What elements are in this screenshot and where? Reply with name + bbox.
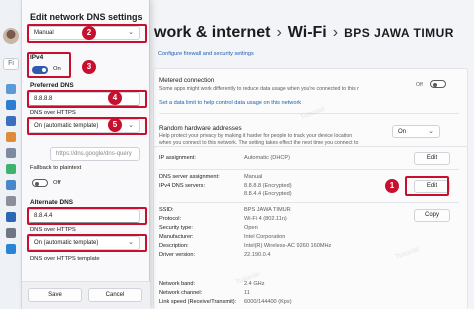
- wifi-properties-page: work & internet › Wi-Fi › BPS JAWA TIMUR Con…: [148, 0, 474, 309]
- ip-assignment-value: Automatic (DHCP): [244, 155, 291, 161]
- settings-nav-strip: Fi: [0, 0, 22, 309]
- ipv4-toggle-state: On: [53, 66, 61, 72]
- chevron-down-icon: ⌄: [428, 128, 434, 135]
- divider: [159, 202, 459, 203]
- avatar: [3, 28, 19, 44]
- property-value: Intel Corporation: [244, 234, 286, 240]
- breadcrumb-current: BPS JAWA TIMUR: [344, 26, 454, 40]
- preferred-dns-input[interactable]: 8.8.8.8: [28, 92, 140, 106]
- personalize-icon[interactable]: [6, 132, 16, 142]
- metered-title: Metered connection: [159, 77, 215, 84]
- ipv4-dns-label: IPv4 DNS servers:: [159, 183, 206, 189]
- doh-select-alternate[interactable]: On (automatic template) ⌄: [28, 236, 140, 250]
- chevron-down-icon: ⌄: [128, 29, 134, 36]
- ipv4-dns-value-1: 8.8.8.8 (Encrypted): [244, 183, 292, 189]
- band-label: Link speed (Receive/Transmit):: [159, 299, 237, 305]
- property-label: Driver version:: [159, 252, 196, 258]
- doh-value: On (automatic template): [34, 123, 99, 129]
- random-hw-title: Random hardware addresses: [159, 125, 242, 132]
- accessibility-icon[interactable]: [6, 212, 16, 222]
- edit-dns-dialog: Edit network DNS settings Manual ⌄ IPv4 …: [22, 0, 150, 309]
- band-label: Network band:: [159, 281, 196, 287]
- dns-mode-value: Manual: [34, 30, 54, 36]
- cancel-button[interactable]: Cancel: [88, 288, 142, 302]
- ip-edit-button[interactable]: Edit: [414, 152, 450, 165]
- dialog-footer: Save Cancel: [22, 281, 150, 309]
- breadcrumb-separator: ›: [276, 24, 282, 41]
- property-label: Description:: [159, 243, 189, 249]
- apps-icon[interactable]: [6, 148, 16, 158]
- step-badge-2: 2: [82, 26, 96, 40]
- accounts-icon[interactable]: [6, 164, 16, 174]
- band-value: 6000/144400 (Kps): [244, 299, 292, 305]
- property-label: Security type:: [159, 225, 193, 231]
- step-badge-1: 1: [385, 179, 399, 193]
- save-button[interactable]: Save: [28, 288, 82, 302]
- doh-label: DNS over HTTPS: [30, 227, 76, 233]
- preferred-dns-label: Preferred DNS: [30, 82, 74, 89]
- update-icon[interactable]: [6, 244, 16, 254]
- metered-desc: Some apps might work differently to redu…: [159, 86, 359, 92]
- doh-select[interactable]: On (automatic template) ⌄: [28, 119, 140, 133]
- fallback-label: Fallback to plaintext: [30, 165, 82, 171]
- dns-assignment-value: Manual: [244, 174, 263, 180]
- breadcrumb-network[interactable]: work & internet: [154, 24, 270, 41]
- property-label: Manufacturer:: [159, 234, 194, 240]
- gaming-icon[interactable]: [6, 196, 16, 206]
- property-value: 22.190.0.4: [244, 252, 271, 258]
- metered-state: Off: [416, 82, 423, 88]
- band-value: 11: [244, 290, 250, 296]
- property-value: Wi-Fi 4 (802.11n): [244, 216, 287, 222]
- breadcrumb-separator: ›: [332, 24, 339, 41]
- band-label: Network channel:: [159, 290, 203, 296]
- divider: [159, 169, 459, 170]
- fallback-state: Off: [53, 180, 61, 186]
- doh-label: DNS over HTTPS: [30, 110, 76, 116]
- ipv4-dns-value-2: 8.8.4.4 (Encrypted): [244, 191, 292, 197]
- home-icon[interactable]: [6, 84, 16, 94]
- metered-toggle[interactable]: [430, 80, 446, 88]
- chevron-down-icon: ⌄: [128, 239, 134, 246]
- doh-template-input[interactable]: https://dns.google/dns-query: [50, 147, 140, 161]
- property-label: Protocol:: [159, 216, 182, 222]
- wifi-icon[interactable]: [6, 116, 16, 126]
- ipv4-toggle[interactable]: [32, 66, 48, 74]
- chevron-down-icon: ⌄: [128, 122, 134, 129]
- breadcrumb: work & internet › Wi-Fi › BPS JAWA TIMUR: [154, 24, 454, 42]
- property-value: Intel(R) Wireless-AC 9260 160MHz: [244, 243, 332, 249]
- property-value: Open: [244, 225, 258, 231]
- step-badge-3: 3: [82, 60, 96, 74]
- random-hw-select[interactable]: On ⌄: [392, 125, 440, 138]
- random-hw-value: On: [398, 129, 407, 135]
- firewall-link[interactable]: Configure firewall and security settings: [158, 51, 254, 57]
- doh-value: On (automatic template): [34, 240, 99, 246]
- search-input[interactable]: Fi: [3, 58, 19, 70]
- property-value: BPS JAWA TIMUR: [244, 207, 291, 213]
- copy-button[interactable]: Copy: [414, 209, 450, 222]
- breadcrumb-wifi[interactable]: Wi-Fi: [288, 24, 327, 41]
- alternate-dns-label: Alternate DNS: [30, 199, 73, 206]
- property-label: SSID:: [159, 207, 174, 213]
- dns-edit-button[interactable]: Edit: [414, 180, 450, 193]
- ip-settings-card: IP assignment: Automatic (DHCP) Edit DNS…: [153, 146, 468, 309]
- ip-assignment-label: IP assignment:: [159, 155, 196, 161]
- dialog-title: Edit network DNS settings: [30, 12, 143, 22]
- step-badge-5: 5: [108, 118, 122, 132]
- bluetooth-icon[interactable]: [6, 100, 16, 110]
- alternate-dns-input[interactable]: 8.8.4.4: [28, 209, 140, 223]
- doh-template-label: DNS over HTTPS template: [30, 256, 100, 262]
- data-limit-link[interactable]: Set a data limit to help control data us…: [159, 100, 301, 106]
- dns-assignment-label: DNS server assignment:: [159, 174, 220, 180]
- fallback-toggle[interactable]: [32, 179, 48, 187]
- step-badge-4: 4: [108, 91, 122, 105]
- privacy-icon[interactable]: [6, 228, 16, 238]
- time-icon[interactable]: [6, 180, 16, 190]
- ipv4-label: IPv4: [30, 54, 44, 61]
